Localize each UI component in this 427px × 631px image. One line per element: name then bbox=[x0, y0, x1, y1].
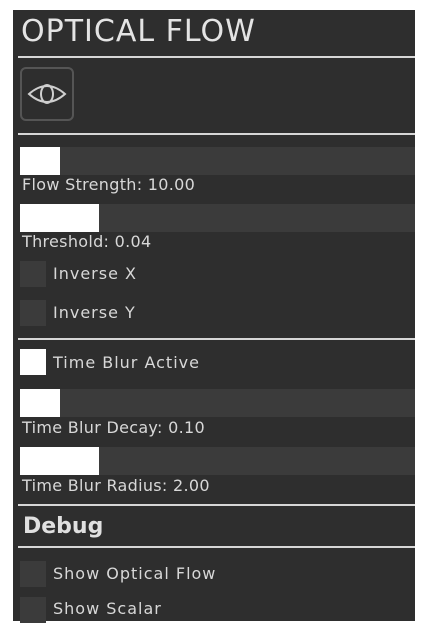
inverse-y-label: Inverse Y bbox=[53, 303, 136, 322]
divider bbox=[18, 133, 415, 135]
optical-flow-panel: OPTICAL FLOW Flow Strength: 10.00 Thresh… bbox=[13, 10, 415, 623]
show-scalar-label: Show Scalar bbox=[53, 599, 162, 618]
time-blur-radius-fill bbox=[20, 447, 99, 475]
eye-toggle-button[interactable] bbox=[20, 67, 74, 121]
flow-strength-label: Flow Strength: 10.00 bbox=[22, 175, 196, 194]
flow-strength-fill bbox=[20, 147, 60, 175]
divider bbox=[18, 338, 415, 340]
inverse-x-label: Inverse X bbox=[53, 264, 137, 283]
time-blur-decay-slider[interactable] bbox=[20, 389, 415, 417]
time-blur-active-checkbox[interactable] bbox=[20, 349, 46, 375]
time-blur-radius-slider[interactable] bbox=[20, 447, 415, 475]
threshold-label: Threshold: 0.04 bbox=[22, 232, 152, 251]
debug-divider bbox=[18, 546, 415, 548]
show-optical-flow-label: Show Optical Flow bbox=[53, 564, 217, 583]
threshold-slider[interactable] bbox=[20, 204, 415, 232]
time-blur-decay-label: Time Blur Decay: 0.10 bbox=[22, 418, 205, 437]
title-divider bbox=[18, 56, 415, 58]
debug-section-title: Debug bbox=[23, 514, 104, 539]
show-optical-flow-checkbox[interactable] bbox=[20, 561, 46, 587]
flow-strength-slider[interactable] bbox=[20, 147, 415, 175]
panel-title: OPTICAL FLOW bbox=[21, 14, 256, 49]
time-blur-radius-label: Time Blur Radius: 2.00 bbox=[22, 476, 210, 495]
time-blur-decay-fill bbox=[20, 389, 60, 417]
time-blur-active-label: Time Blur Active bbox=[53, 353, 200, 372]
eye-icon bbox=[27, 84, 67, 104]
threshold-fill bbox=[20, 204, 99, 232]
inverse-x-checkbox[interactable] bbox=[20, 261, 46, 287]
show-scalar-checkbox[interactable] bbox=[20, 597, 46, 623]
divider bbox=[18, 504, 415, 506]
inverse-y-checkbox[interactable] bbox=[20, 300, 46, 326]
